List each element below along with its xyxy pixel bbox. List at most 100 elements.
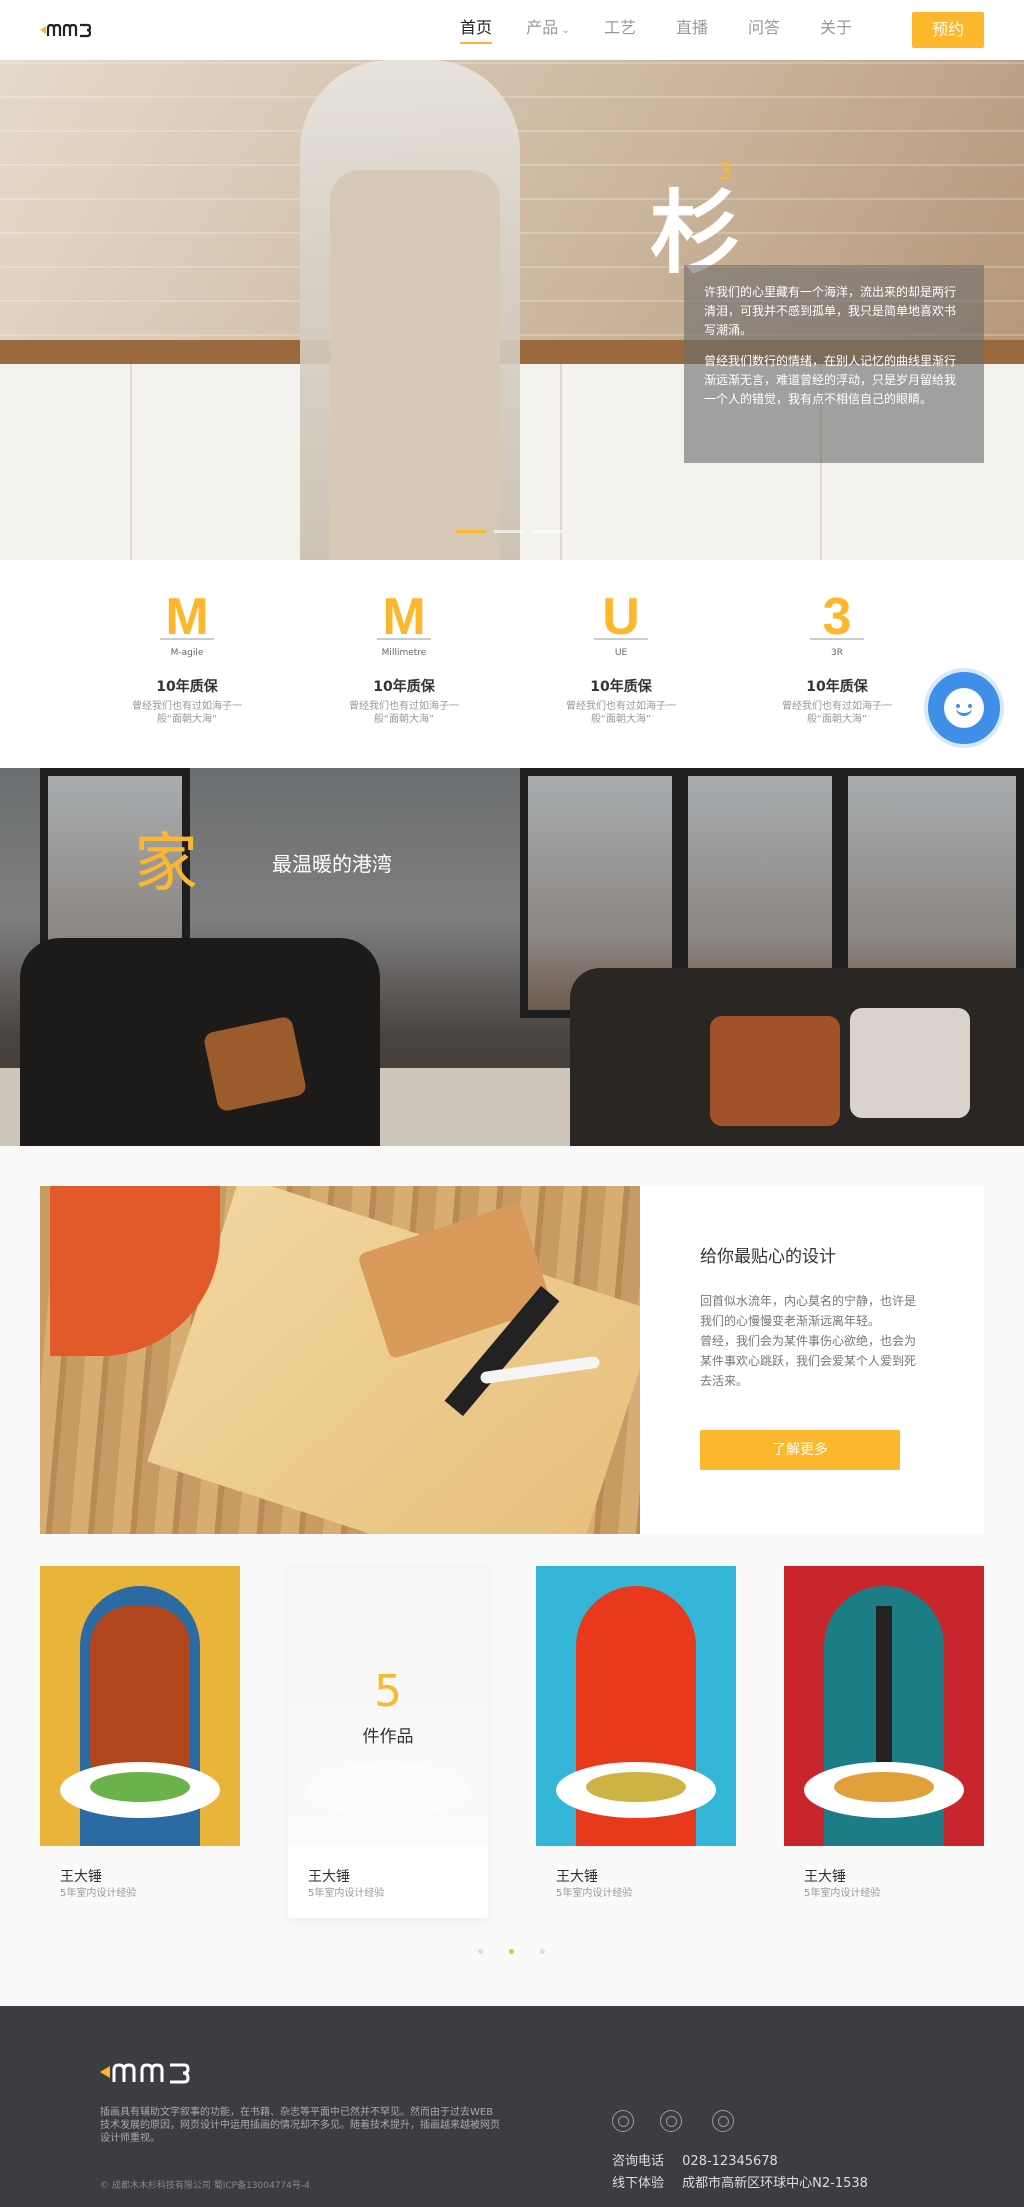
top-header: 首页 产品 ⌄ 工艺 直播 问答 关于 预约	[0, 0, 1024, 60]
design-text-1: 回首似水流年，内心莫名的宁静，也许是我们的心慢慢变老渐渐远离年轻。	[700, 1294, 917, 1328]
nav-craft[interactable]: 工艺	[584, 0, 656, 60]
hero-paragraph-1: 许我们的心里藏有一个海洋，流出来的却是两行清泪，可我并不感到孤单，我只是简单地喜…	[704, 285, 957, 337]
designer-name: 王大锤	[804, 1869, 846, 1885]
hero-apron	[330, 170, 500, 560]
designer-card[interactable]: 王大锤 5年室内设计经验	[784, 1566, 984, 1918]
hero-paragraph-2: 曾经我们数行的情绪，在别人记忆的曲线里渐行渐远渐无言，难道曾经的浮动，只是岁月留…	[704, 354, 957, 406]
feature-desc: 曾经我们也有过如海子一般“面朝大海”	[132, 701, 242, 725]
plate-food	[586, 1772, 686, 1802]
nav-live-label: 直播	[675, 18, 708, 37]
design-title: 给你最贴心的设计	[700, 1247, 836, 1267]
feature-sub: UE	[614, 648, 628, 658]
designer-experience: 5年室内设计经验	[308, 1888, 385, 1899]
site-logo[interactable]	[40, 20, 104, 40]
nav-home[interactable]: 首页	[440, 0, 512, 60]
designer-photo	[40, 1566, 240, 1846]
feature-title: 10年质保	[373, 679, 435, 695]
designer-name: 王大锤	[60, 1869, 102, 1885]
nav-about-label: 关于	[819, 18, 852, 37]
hero-text-panel: 许我们的心里藏有一个海洋，流出来的却是两行清泪，可我并不感到孤单，我只是简单地喜…	[684, 265, 984, 463]
home-big-char: 家	[134, 827, 198, 901]
feature-title: 10年质保	[806, 679, 868, 695]
works-count: 5	[374, 1666, 402, 1717]
feature-desc: 曾经我们也有过如海子一般“面朝大海”	[782, 701, 892, 725]
designer-pagination	[478, 1949, 571, 1954]
designer-photo	[536, 1566, 736, 1846]
nav-about[interactable]: 关于	[800, 0, 872, 60]
pillow	[710, 1016, 840, 1126]
home-subtitle: 最温暖的港湾	[272, 852, 392, 876]
nav-craft-label: 工艺	[603, 18, 636, 37]
designer-card[interactable]: 王大锤 5年室内设计经验	[536, 1566, 736, 1918]
plate-food	[90, 1772, 190, 1802]
feature-millimetre: M Millimetre 10年质保 曾经我们也有过如海子一般“面朝大海”	[339, 590, 469, 726]
contact-address: 线下体验 成都市高新区环球中心N2-1538	[612, 2172, 868, 2191]
designer-name: 王大锤	[556, 1869, 598, 1885]
design-text-2: 曾经，我们会为某件事伤心欲绝，也会为某件事欢心跳跃，我们会爱某个人爱到死去活来。	[700, 1334, 917, 1388]
plate-food	[834, 1772, 934, 1802]
feature-magile: M M-agile 10年质保 曾经我们也有过如海子一般“面朝大海”	[122, 590, 252, 726]
contact-phone: 咨询电话 028-12345678	[612, 2150, 778, 2169]
nav-home-label: 首页	[459, 18, 492, 37]
feature-desc: 曾经我们也有过如海子一般“面朝大海”	[349, 701, 459, 725]
works-label: 件作品	[362, 1727, 414, 1747]
nav-products-label: 产品	[526, 18, 559, 37]
pagination-dot[interactable]	[509, 1949, 514, 1954]
offline-label: 线下体验	[612, 2176, 665, 2191]
main-nav: 首页 产品 ⌄ 工艺 直播 问答 关于	[440, 0, 872, 60]
pagination-dot[interactable]	[540, 1949, 545, 1954]
designer-photo	[784, 1566, 984, 1846]
footer: 插画具有辅助文字叙事的功能，在书籍、杂志等平面中已然并不罕见。然而由于过去WEB…	[0, 2006, 1024, 2207]
feature-title: 10年质保	[156, 679, 218, 695]
feature-desc: 曾经我们也有过如海子一般“面朝大海”	[566, 701, 676, 725]
armchair	[20, 938, 380, 1146]
design-panel: 给你最贴心的设计 回首似水流年，内心莫名的宁静，也许是我们的心慢慢变老渐渐远离年…	[640, 1186, 984, 1534]
designer-experience: 5年室内设计经验	[556, 1888, 633, 1899]
m-agile-icon: M	[122, 590, 252, 644]
designer-experience: 5年室内设计经验	[804, 1888, 881, 1899]
chevron-down-icon: ⌄	[561, 25, 570, 36]
nav-qa-label: 问答	[747, 18, 780, 37]
designer-card[interactable]: 王大锤 5年室内设计经验	[40, 1566, 240, 1918]
designer-experience: 5年室内设计经验	[60, 1888, 137, 1899]
designer-card[interactable]: 5 件作品 王大锤 5年室内设计经验	[288, 1566, 488, 1918]
nav-live[interactable]: 直播	[656, 0, 728, 60]
pagination-dot[interactable]	[478, 1949, 483, 1954]
slide-indicator[interactable]	[494, 530, 524, 533]
footer-description: 插画具有辅助文字叙事的功能，在书籍、杂志等平面中已然并不罕见。然而由于过去WEB…	[100, 2107, 500, 2144]
feature-3r: 3 3R 10年质保 曾经我们也有过如海子一般“面朝大海”	[772, 590, 902, 726]
address: 成都市高新区环球中心N2-1538	[682, 2176, 868, 2191]
book-button[interactable]: 预约	[912, 12, 984, 48]
ue-cup-icon: U	[556, 590, 686, 644]
weibo-icon[interactable]	[712, 2110, 734, 2132]
phone-number[interactable]: 028-12345678	[682, 2154, 778, 2169]
learn-more-button[interactable]: 了解更多	[700, 1430, 900, 1470]
footer-copyright: © 成都木木杉科技有限公司 蜀ICP备13004774号-4	[100, 2181, 310, 2191]
slide-indicator[interactable]	[532, 530, 562, 533]
hero-banner: 杉 3 许我们的心里藏有一个海洋，流出来的却是两行清泪，可我并不感到孤单，我只是…	[0, 60, 1024, 560]
plate	[308, 1762, 468, 1818]
wechat-icon[interactable]	[612, 2110, 634, 2132]
slide-indicator[interactable]	[456, 530, 486, 533]
hero-slide-indicators	[456, 530, 570, 533]
feature-sub: Millimetre	[381, 648, 427, 658]
3r-faces-icon: 3	[772, 590, 902, 644]
millimetre-icon: M	[339, 590, 469, 644]
chat-smile-icon	[944, 688, 984, 728]
pillow	[850, 1008, 970, 1118]
feature-ue: U UE 10年质保 曾经我们也有过如海子一般“面朝大海”	[556, 590, 686, 726]
designer-name: 王大锤	[308, 1869, 350, 1885]
cabinet-divider	[130, 364, 132, 560]
phone-label: 咨询电话	[612, 2154, 665, 2169]
qq-icon[interactable]	[660, 2110, 682, 2132]
design-photo	[40, 1186, 640, 1534]
feature-sub: 3R	[831, 648, 843, 658]
feature-sub: M-agile	[170, 648, 204, 658]
feature-title: 10年质保	[590, 679, 652, 695]
chat-button[interactable]	[924, 668, 1004, 748]
features-section: M M-agile 10年质保 曾经我们也有过如海子一般“面朝大海” M Mil…	[0, 560, 1024, 768]
nav-qa[interactable]: 问答	[728, 0, 800, 60]
hero-title-superscript: 3	[718, 160, 732, 185]
footer-logo[interactable]	[100, 2058, 220, 2086]
nav-products[interactable]: 产品 ⌄	[512, 0, 584, 60]
